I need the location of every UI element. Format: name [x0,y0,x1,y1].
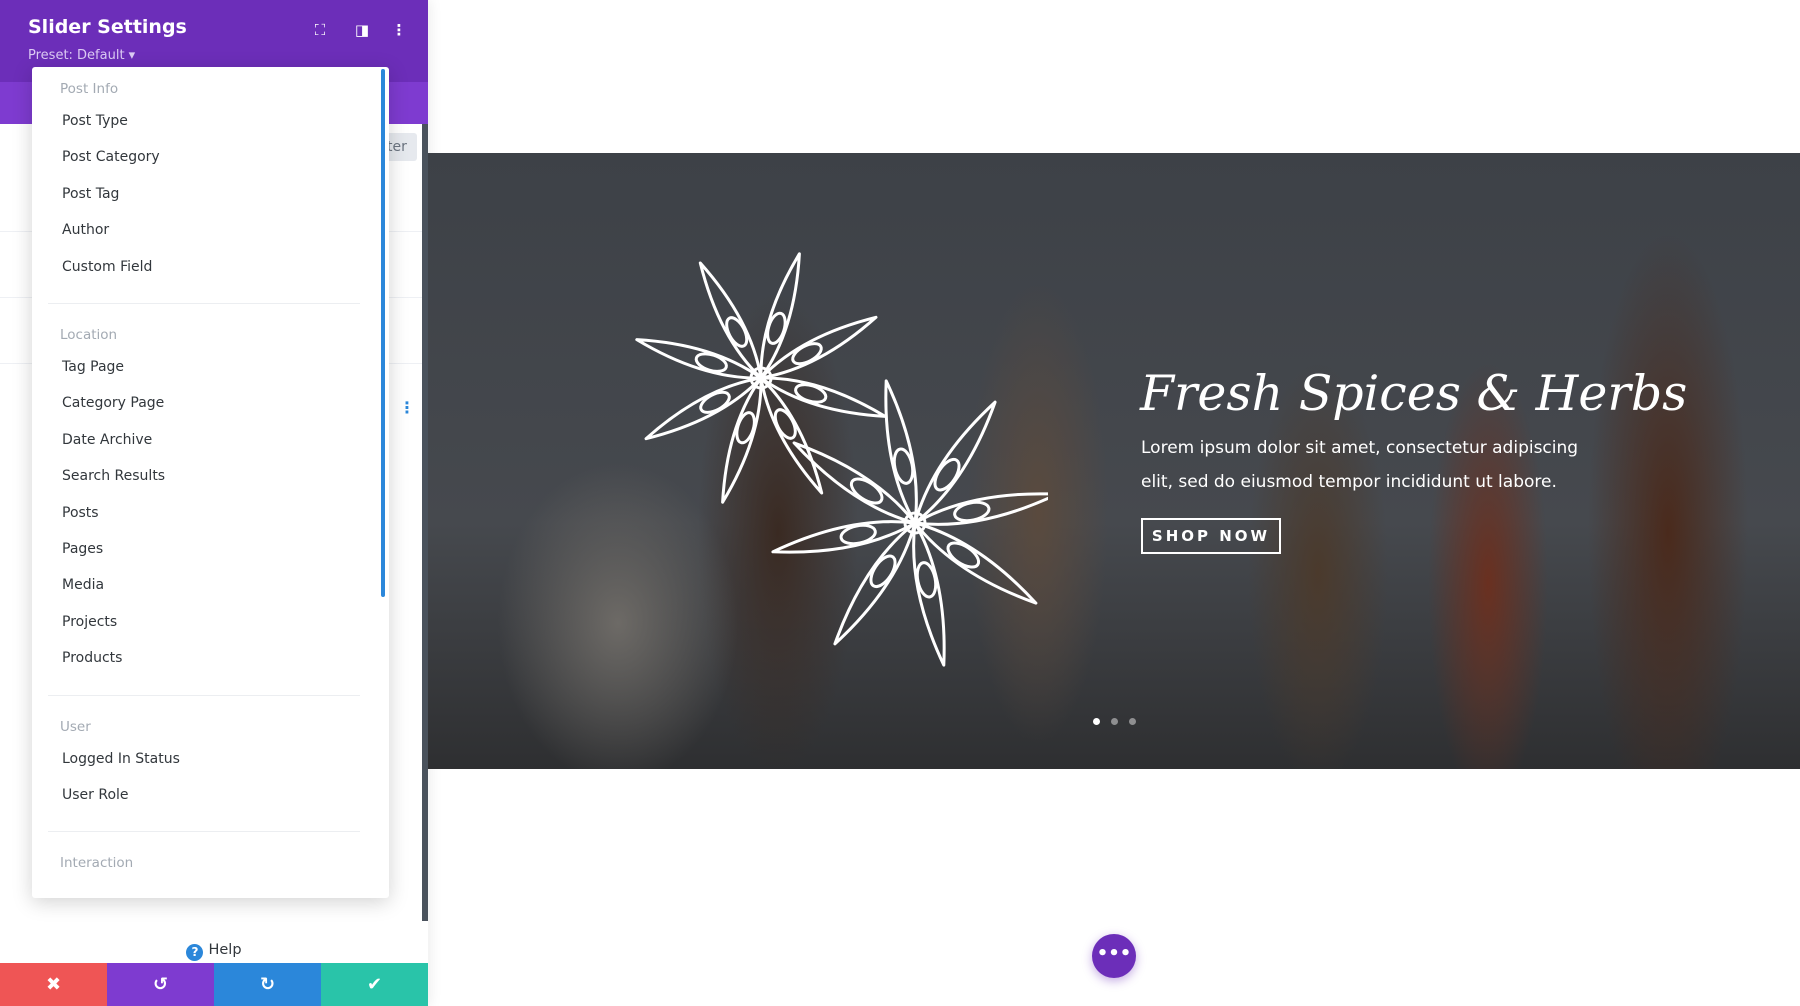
preset-selector[interactable]: Preset: Default ▾ [28,48,135,63]
group-label: Location [60,327,118,343]
hero-slider: Fresh Spices & Herbs Lorem ipsum dolor s… [428,153,1800,769]
menu-item[interactable]: Post Tag [62,186,119,202]
menu-item[interactable]: Products [62,650,122,666]
help-icon: ? [186,944,204,961]
hero-title: Fresh Spices & Herbs [1140,365,1688,422]
panel-title: Slider Settings [28,16,187,38]
menu-item[interactable]: Post Category [62,149,160,165]
anise-petal [912,522,946,667]
cancel-button[interactable]: ✖ [0,963,107,1006]
sidebar-layout-icon[interactable]: ◨ [352,20,372,40]
fullscreen-icon[interactable]: ⛶ [310,20,330,40]
menu-item[interactable]: Media [62,577,104,593]
anise-petal [771,520,916,554]
more-options-button[interactable]: ••• [1092,934,1136,978]
more-vertical-icon[interactable]: ⋮ [399,398,415,417]
menu-item[interactable]: Date Archive [62,432,152,448]
menu-item[interactable]: Logged In Status [62,751,180,767]
anise-seed [699,390,731,414]
slide-dot-2[interactable] [1111,718,1118,725]
divider [48,831,360,833]
more-vertical-icon[interactable]: ⋮ [389,20,409,40]
group-label: User [60,718,91,735]
anise-petal [914,492,1048,526]
divider [48,303,360,304]
condition-dropdown: Post Info Post Type Post Category Post Tag A… [32,67,389,898]
menu-item[interactable]: Pages [62,541,103,557]
menu-item[interactable]: User Role [62,787,129,803]
star-anise-illustration [635,252,1048,667]
menu-item[interactable]: Custom Field [62,259,152,275]
menu-item[interactable]: Category Page [62,395,164,411]
anise-seed [766,311,787,345]
save-button[interactable]: ✔ [321,963,428,1006]
help-link[interactable]: ? Help [0,942,428,961]
anise-seed [791,342,823,366]
menu-item[interactable]: Tag Page [62,359,124,375]
anise-seed [794,383,828,404]
help-label: Help [208,942,242,958]
anise-petal [884,379,918,524]
menu-item[interactable]: Projects [62,614,117,630]
shop-now-button[interactable]: SHOP NOW [1141,518,1281,554]
menu-item[interactable]: Posts [62,505,99,521]
bottom-action-bar: ✖ ↺ ↻ ✔ [0,963,428,1006]
filter-button[interactable]: ter [385,133,417,161]
slide-dot-3[interactable] [1129,718,1136,725]
slide-dot-1[interactable] [1093,718,1100,725]
anise-seed [773,408,797,440]
divider [48,694,360,696]
group-label: Interaction [60,855,134,872]
group-label: Post Info [60,81,119,97]
hero-text: Lorem ipsum dolor sit amet, consectetur … [1141,438,1579,492]
undo-button[interactable]: ↺ [107,963,214,1006]
anise-seed [694,352,728,373]
anise-seed [735,411,756,445]
menu-item[interactable]: Search Results [62,468,165,484]
menu-item[interactable]: Author [62,222,109,238]
redo-button[interactable]: ↻ [214,963,321,1006]
menu-item[interactable]: Post Type [62,113,128,129]
anise-seed [725,316,749,348]
dropdown-scrollbar[interactable] [381,69,385,597]
